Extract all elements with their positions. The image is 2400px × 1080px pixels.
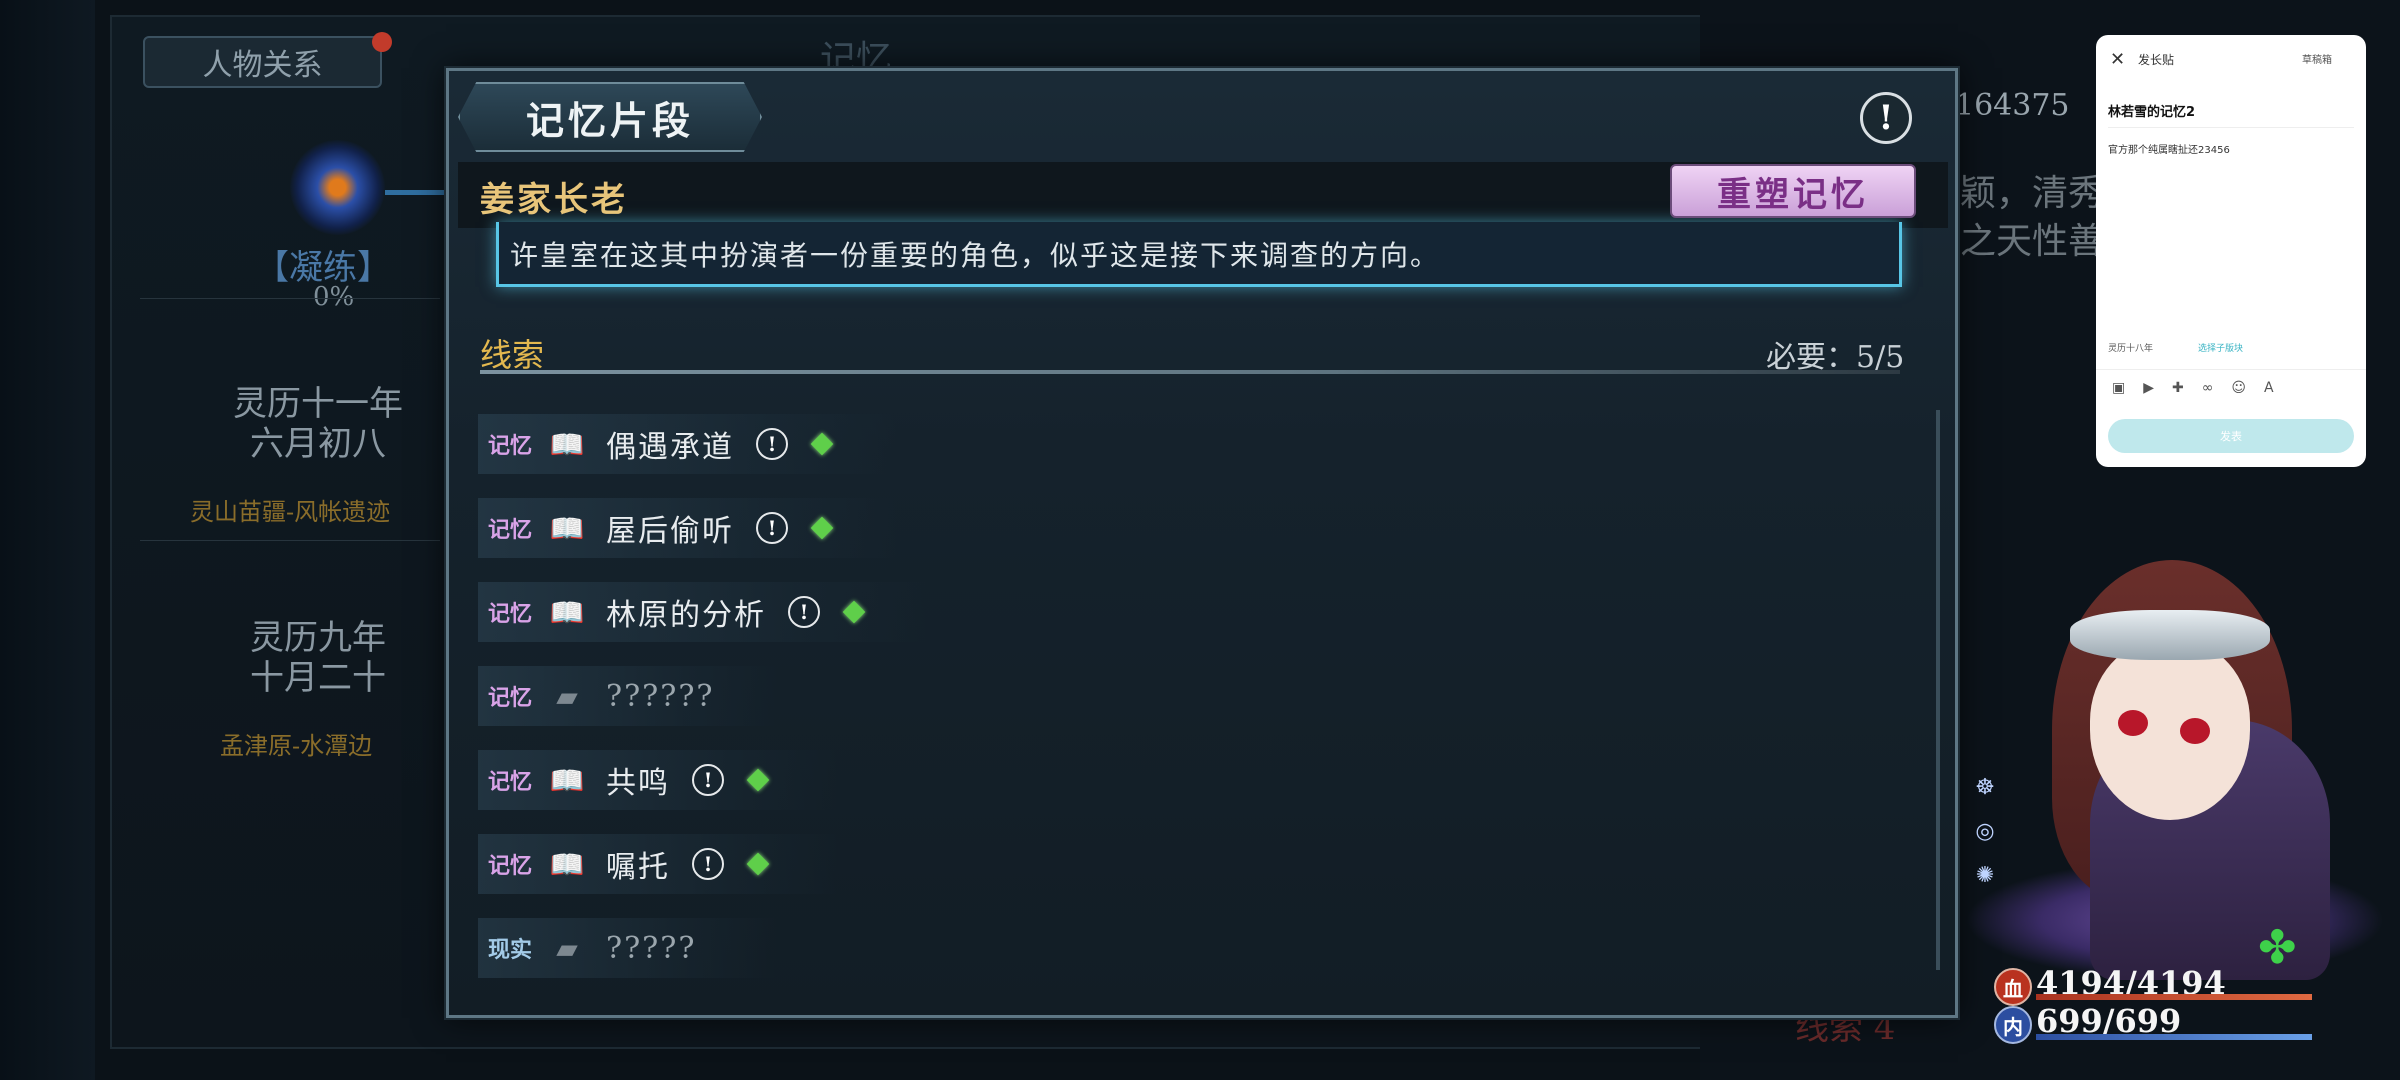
clue-tag: 记忆 <box>488 433 533 459</box>
clue-name: 嘱托 <box>606 850 670 885</box>
image-icon[interactable]: ▣ <box>2112 380 2125 396</box>
green-diamond-icon <box>810 516 834 540</box>
relations-tab[interactable]: 人物关系 <box>143 36 382 88</box>
clues-divider <box>480 370 1900 374</box>
close-icon[interactable]: ✕ <box>2110 49 2125 70</box>
event-date: 灵历九年 十月二十 <box>198 618 438 698</box>
clue-item[interactable]: 现实 ▰ ????? <box>478 918 778 978</box>
martial-skill-icon[interactable]: ☸ <box>1970 775 2000 805</box>
clue-name: ????? <box>606 930 697 966</box>
mp-icon: 内 <box>1994 1006 2032 1044</box>
clue-name: 屋后偷听 <box>606 514 734 549</box>
alert-icon[interactable]: ! <box>788 596 820 628</box>
open-book-icon: 📖 <box>549 427 585 461</box>
condense-orb-icon[interactable] <box>290 140 385 235</box>
clue-item[interactable]: 记忆 📖 林原的分析 ! <box>478 582 928 642</box>
link-icon[interactable]: ∞ <box>2202 380 2214 396</box>
drafts-button[interactable]: 草稿箱 <box>2302 51 2332 66</box>
green-diamond-icon <box>842 600 866 624</box>
post-body-input[interactable]: 官方那个纯属瞎扯还23456 <box>2108 141 2230 156</box>
divider <box>140 540 440 541</box>
clue-item[interactable]: 记忆 📖 偶遇承道 ! <box>478 414 898 474</box>
character-headband <box>2070 610 2270 660</box>
clue-tag: 记忆 <box>488 769 533 795</box>
condense-percent: 0% <box>313 282 355 312</box>
open-book-icon: 📖 <box>549 511 585 545</box>
text-format-icon[interactable]: A <box>2264 380 2274 396</box>
right-number: 164375 <box>1955 88 2070 123</box>
editor-toolbar: ▣ ▶ ✚ ∞ ☺ A <box>2112 380 2274 396</box>
character-face <box>2090 640 2250 820</box>
character-eye <box>2180 718 2210 744</box>
skill-icons: ☸ ◎ ✺ <box>1970 775 2000 893</box>
event-date-line2: 六月初八 <box>250 424 386 464</box>
closed-book-icon: ▰ <box>556 679 578 713</box>
clue-name: ?????? <box>606 678 715 714</box>
emoji-icon[interactable]: ☺ <box>2231 380 2246 396</box>
divider <box>2108 127 2354 128</box>
npc-name: 姜家长老 <box>480 180 628 220</box>
event-date-line1: 灵历九年 <box>250 618 386 658</box>
popup-header: 发长贴 <box>2138 53 2175 67</box>
orb-connector <box>385 190 445 195</box>
wave-skill-icon[interactable]: ◎ <box>1970 819 2000 849</box>
right-text-line1: 颖，清秀 <box>1960 173 2105 214</box>
alert-icon[interactable]: ! <box>692 764 724 796</box>
notification-dot <box>372 32 392 52</box>
alert-icon[interactable]: ! <box>756 512 788 544</box>
clue-name: 偶遇承道 <box>606 430 734 465</box>
event-date-line1: 灵历十一年 <box>233 384 403 424</box>
clue-tag: 现实 <box>488 937 533 963</box>
event-date: 灵历十一年 六月初八 <box>198 384 438 464</box>
character-eye <box>2118 710 2148 736</box>
post-title-input[interactable]: 林若雪的记忆2 <box>2108 101 2195 120</box>
left-decoration <box>0 0 95 1080</box>
game-icon[interactable]: ✚ <box>2172 380 2184 396</box>
clue-tag: 记忆 <box>488 601 533 627</box>
clue-item[interactable]: 记忆 ▰ ?????? <box>478 666 778 726</box>
post-popup: ✕ 发长贴 草稿箱 林若雪的记忆2 官方那个纯属瞎扯还23456 灵历十八年 选… <box>2096 35 2366 467</box>
divider <box>140 298 440 299</box>
gear-skill-icon[interactable]: ✺ <box>1970 863 2000 893</box>
hp-bar <box>2036 994 2312 1000</box>
video-icon[interactable]: ▶ <box>2143 380 2154 396</box>
green-diamond-icon <box>746 852 770 876</box>
event-date-line2: 十月二十 <box>250 658 386 698</box>
clue-tag: 记忆 <box>488 853 533 879</box>
clue-tag: 记忆 <box>488 685 533 711</box>
alert-icon[interactable]: ! <box>756 428 788 460</box>
green-emblem-icon: ✤ <box>2258 920 2297 974</box>
mp-bar <box>2036 1034 2312 1040</box>
info-icon[interactable]: ! <box>1860 92 1912 144</box>
description-text: 许皇室在这其中扮演者一份重要的角色，似乎这是接下来调查的方向。 <box>510 239 1441 272</box>
closed-book-icon: ▰ <box>556 931 578 965</box>
open-book-icon: 📖 <box>549 595 585 629</box>
clue-tag: 记忆 <box>488 517 533 543</box>
clue-item[interactable]: 记忆 📖 嘱托 ! <box>478 834 838 894</box>
divider <box>2096 369 2366 370</box>
hp-icon: 血 <box>1994 968 2032 1006</box>
open-book-icon: 📖 <box>549 847 585 881</box>
open-book-icon: 📖 <box>549 763 585 797</box>
reshape-memory-button[interactable]: 重塑记忆 <box>1670 164 1916 218</box>
topic-selector[interactable]: 灵历十八年 <box>2108 341 2153 354</box>
subforum-selector[interactable]: 选择子版块 <box>2198 341 2243 354</box>
panel-title: 记忆片段 <box>458 82 762 152</box>
clue-item[interactable]: 记忆 📖 屋后偷听 ! <box>478 498 898 558</box>
green-diamond-icon <box>810 432 834 456</box>
clues-scrollbar[interactable] <box>1936 410 1940 970</box>
event-place: 灵山苗疆-风帐遗迹 <box>190 498 391 526</box>
alert-icon[interactable]: ! <box>692 848 724 880</box>
clue-name: 林原的分析 <box>606 598 766 633</box>
clue-name: 共鸣 <box>606 766 670 801</box>
event-place: 孟津原-水潭边 <box>220 732 373 760</box>
clue-item[interactable]: 记忆 📖 共鸣 ! <box>478 750 838 810</box>
right-text: 颖，清秀 之天性善 <box>1960 170 2104 266</box>
send-button[interactable]: 发表 <box>2108 419 2354 453</box>
right-text-line2: 之天性善 <box>1960 221 2105 262</box>
green-diamond-icon <box>746 768 770 792</box>
